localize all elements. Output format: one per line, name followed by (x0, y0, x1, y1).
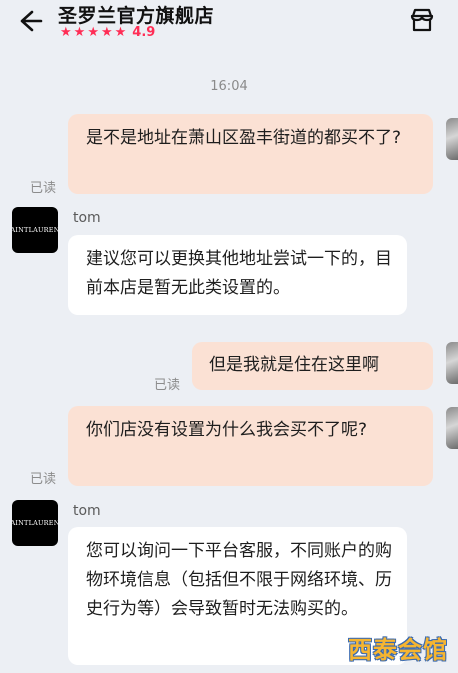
message-bubble-outgoing[interactable]: 你们店没有设置为什么我会买不了呢? (68, 406, 433, 486)
sender-name: tom (73, 210, 101, 226)
watermark-logo: 西泰会馆 (348, 636, 448, 664)
shop-avatar[interactable]: SAINTLAURENT (12, 207, 58, 253)
read-status: 已读 (154, 378, 181, 393)
page-title: 圣罗兰官方旗舰店 (58, 5, 215, 27)
store-icon[interactable] (408, 6, 436, 34)
my-avatar[interactable] (446, 118, 458, 160)
avatar-logo-text: SAINTLAURENT (12, 226, 58, 234)
star-icon: ★ (114, 25, 127, 40)
read-status: 已读 (30, 181, 57, 196)
message-bubble-outgoing[interactable]: 但是我就是住在这里啊 (192, 342, 433, 390)
message-text: 你们店没有设置为什么我会买不了呢? (86, 420, 368, 440)
rating: ★ ★ ★ ★ ★ 4.9 (60, 25, 155, 40)
star-icon: ★ (73, 25, 86, 40)
message-text: 您可以询问一下平台客服，不同账户的购物环境信息（包括但不限于网络环境、历史行为等… (86, 541, 392, 619)
rating-value: 4.9 (132, 25, 156, 40)
sender-name: tom (73, 503, 101, 519)
message-text: 但是我就是住在这里啊 (209, 355, 379, 375)
message-text: 是不是地址在萧山区盈丰街道的都买不了? (86, 128, 402, 148)
arrow-left-icon[interactable] (14, 6, 44, 36)
shop-avatar[interactable]: SAINTLAURENT (12, 500, 58, 546)
star-icon: ★ (60, 25, 72, 40)
timestamp: 16:04 (210, 79, 248, 94)
read-status: 已读 (30, 472, 57, 487)
star-icon: ★ (87, 25, 99, 40)
message-bubble-outgoing[interactable]: 是不是地址在萧山区盈丰街道的都买不了? (68, 114, 433, 194)
message-text: 建议您可以更换其他地址尝试一下的，目前本店是暂无此类设置的。 (86, 249, 392, 298)
my-avatar[interactable] (446, 407, 458, 449)
chat-header: 圣罗兰官方旗舰店 ★ ★ ★ ★ ★ 4.9 (0, 0, 458, 46)
star-icon: ★ (100, 25, 113, 40)
my-avatar[interactable] (446, 342, 458, 384)
avatar-logo-text: SAINTLAURENT (12, 519, 58, 527)
message-bubble-incoming[interactable]: 建议您可以更换其他地址尝试一下的，目前本店是暂无此类设置的。 (68, 235, 407, 315)
